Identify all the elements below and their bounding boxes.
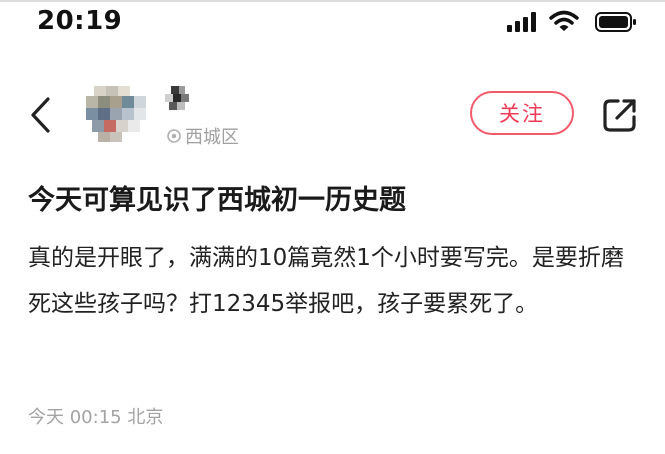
status-icons [507,10,647,34]
post-meta: 今天 00:15 北京 [28,407,164,428]
user-location: 西城区 [166,124,239,148]
post-detail-page: 20:19 西城区 关注 今天可算见识了西城初一历史题 真的是开眼了，满满的10… [0,0,665,454]
share-icon[interactable] [600,95,640,135]
location-label: 西城区 [185,127,239,148]
user-badge-icon [162,86,192,112]
wifi-icon [549,10,579,31]
top-divider [0,0,665,2]
battery-icon [595,12,636,32]
chevron-left-icon[interactable] [24,95,60,135]
location-pin-icon [167,129,181,143]
avatar[interactable] [78,82,156,144]
signal-icon [507,12,536,32]
post-body: 真的是开眼了，满满的10篇竟然1个小时要写完。是要折磨死这些孩子吗？打12345… [28,245,624,317]
post-title: 今天可算见识了西城初一历史题 [28,185,406,216]
follow-button[interactable]: 关注 [470,91,574,135]
status-time: 20:19 [37,6,123,36]
